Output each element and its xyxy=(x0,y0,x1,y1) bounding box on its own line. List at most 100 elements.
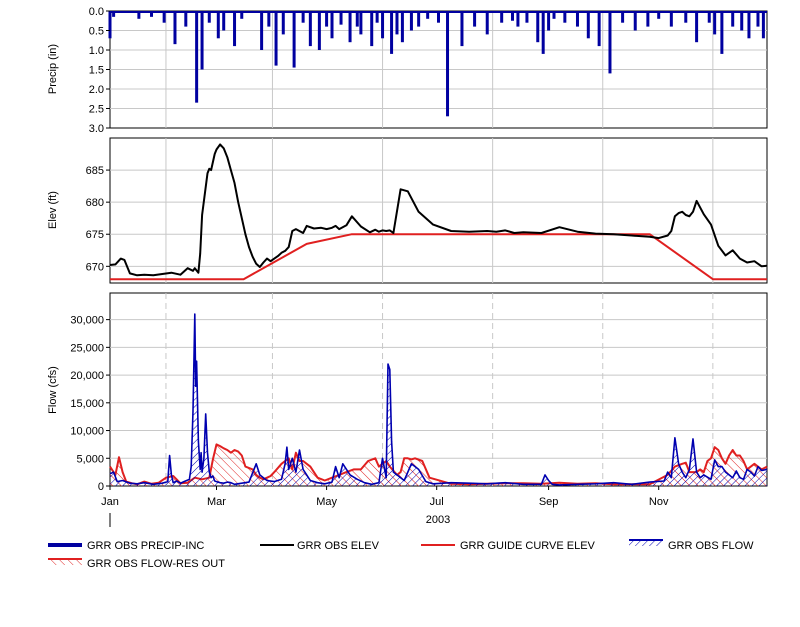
precip-bar xyxy=(563,11,567,23)
precip-bar xyxy=(516,11,520,27)
y-tick-label: 0.0 xyxy=(89,6,104,18)
precip-bar xyxy=(195,11,199,103)
x-axis-year-label: 2003 xyxy=(426,514,450,526)
precip-bar xyxy=(731,11,735,27)
precip-bar xyxy=(409,11,413,31)
precip-bar xyxy=(747,11,751,39)
y-tick-label: 20,000 xyxy=(70,370,104,382)
precip-bar xyxy=(375,11,379,23)
precip-bar xyxy=(417,11,421,27)
y-tick-label: 2.5 xyxy=(89,104,104,116)
precip-bar xyxy=(541,11,545,54)
precip-bar xyxy=(547,11,551,31)
precip-bar xyxy=(395,11,399,35)
precip-bar xyxy=(330,11,334,39)
elev-y-axis-label: Elev (ft) xyxy=(47,191,59,229)
precip-bar xyxy=(325,11,329,27)
precip-bar xyxy=(184,11,188,27)
legend-item-guide-curve: GRR GUIDE CURVE ELEV xyxy=(421,540,596,552)
y-tick-label: 685 xyxy=(86,165,104,177)
precip-bar xyxy=(552,11,556,19)
precip-y-ticks: 0.0 0.5 1.0 1.5 2.0 2.5 3.0 xyxy=(89,6,110,135)
y-tick-label: 5,000 xyxy=(76,453,104,465)
precip-bar xyxy=(761,11,765,39)
precip-bar xyxy=(339,11,343,25)
precip-bar xyxy=(608,11,612,74)
precip-bar xyxy=(355,11,359,27)
precip-bar xyxy=(621,11,625,23)
precip-bar xyxy=(707,11,711,23)
y-tick-label: 0 xyxy=(98,481,104,493)
x-tick-label: Jul xyxy=(430,496,444,508)
precip-bar xyxy=(437,11,440,23)
legend-item-res-out: GRR OBS FLOW-RES OUT xyxy=(48,558,225,570)
x-tick-label: Sep xyxy=(539,496,559,508)
precip-bar xyxy=(669,11,673,27)
precip-bar xyxy=(695,11,699,43)
legend-item-flow: GRR OBS FLOW xyxy=(629,539,754,552)
precip-bar xyxy=(536,11,540,43)
precip-bar xyxy=(207,11,211,23)
precip-bar xyxy=(108,11,112,39)
y-tick-label: 680 xyxy=(86,197,104,209)
flow-x-ticks: Jan Mar May Jul Sep Nov xyxy=(101,486,669,508)
precip-bar xyxy=(756,11,760,27)
precip-bar xyxy=(173,11,177,45)
hydrograph-chart: 0.0 0.5 1.0 1.5 2.0 2.5 3.0 Precip (in) 670 675… xyxy=(47,6,768,570)
precip-y-axis-label: Precip (in) xyxy=(47,44,59,94)
y-tick-label: 670 xyxy=(86,261,104,273)
precip-bar xyxy=(400,11,404,43)
precip-bar xyxy=(301,11,305,23)
precip-bar xyxy=(720,11,724,54)
flow-y-axis-label: Flow (cfs) xyxy=(47,366,59,414)
precip-bar xyxy=(137,11,141,19)
x-tick-label: Mar xyxy=(207,496,226,508)
precip-bar xyxy=(150,11,154,17)
precip-bar xyxy=(713,11,717,35)
precip-bar xyxy=(390,11,394,54)
y-tick-label: 25,000 xyxy=(70,342,104,354)
elev-y-ticks: 670 675 680 685 xyxy=(86,165,110,273)
precip-bar xyxy=(460,11,464,47)
precip-bar xyxy=(511,11,515,21)
precip-bar xyxy=(370,11,374,47)
x-tick-label: May xyxy=(316,496,337,508)
precip-bar xyxy=(646,11,650,27)
y-tick-label: 15,000 xyxy=(70,398,104,410)
precip-bar xyxy=(260,11,264,50)
precip-bar xyxy=(525,11,529,23)
y-tick-label: 1.0 xyxy=(89,45,104,57)
precip-bar xyxy=(240,11,244,19)
legend-label-guide-curve: GRR GUIDE CURVE ELEV xyxy=(460,540,596,552)
precip-bar xyxy=(233,11,237,47)
y-tick-label: 3.0 xyxy=(89,123,104,135)
legend-label-flow: GRR OBS FLOW xyxy=(668,540,754,552)
precip-bar xyxy=(200,11,204,70)
precip-bar xyxy=(500,11,504,23)
precip-bar xyxy=(740,11,744,31)
legend: GRR OBS PRECIP-INC GRR OBS ELEV GRR GUID… xyxy=(48,539,754,570)
precip-bar xyxy=(317,11,321,50)
legend-label-precip: GRR OBS PRECIP-INC xyxy=(87,540,204,552)
precip-bar xyxy=(222,11,226,31)
precip-bar xyxy=(657,11,661,19)
precip-bar xyxy=(446,11,450,117)
legend-label-res-out: GRR OBS FLOW-RES OUT xyxy=(87,558,225,570)
precip-bar xyxy=(216,11,220,39)
y-tick-label: 0.5 xyxy=(89,26,104,38)
elev-panel: 670 675 680 685 Elev (ft) xyxy=(47,137,768,284)
precip-bar xyxy=(473,11,477,27)
precip-bar xyxy=(485,11,489,35)
legend-label-elev: GRR OBS ELEV xyxy=(297,540,380,552)
legend-item-precip: GRR OBS PRECIP-INC xyxy=(48,540,204,552)
x-tick-label: Jan xyxy=(101,496,119,508)
elev-plot-frame xyxy=(109,137,768,284)
y-tick-label: 30,000 xyxy=(70,315,104,327)
x-tick-label: Nov xyxy=(649,496,669,508)
precip-bar xyxy=(274,11,278,66)
y-tick-label: 675 xyxy=(86,229,104,241)
precip-bar xyxy=(597,11,601,47)
precip-bar xyxy=(426,11,430,19)
precip-bar xyxy=(381,11,385,39)
precip-bar xyxy=(112,11,116,17)
